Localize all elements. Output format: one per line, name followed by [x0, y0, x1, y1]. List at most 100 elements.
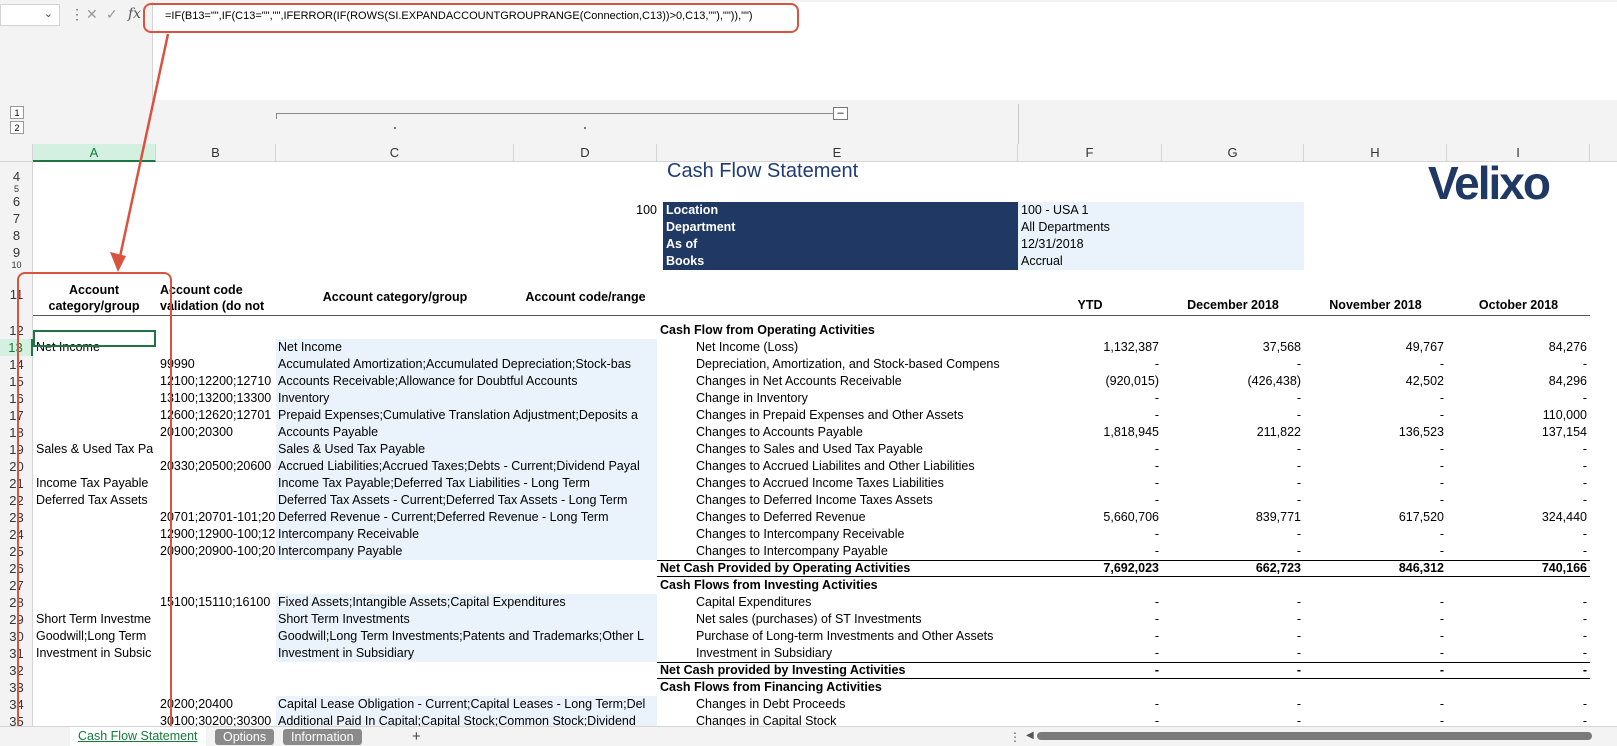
add-sheet-button[interactable]: +: [404, 727, 429, 746]
amount-cell[interactable]: -: [1162, 696, 1304, 713]
line-item-label[interactable]: Changes in Prepaid Expenses and Other As…: [657, 407, 1018, 424]
amount-cell[interactable]: -: [1018, 492, 1162, 509]
account-group-cell[interactable]: Deferred Revenue - Current;Deferred Reve…: [276, 509, 657, 526]
account-code-validation-cell[interactable]: [156, 611, 276, 628]
column-header-b[interactable]: B: [156, 144, 276, 162]
amount-cell[interactable]: -: [1447, 356, 1590, 373]
amount-cell[interactable]: 84,276: [1447, 339, 1590, 356]
amount-cell[interactable]: -: [1447, 696, 1590, 713]
account-group-cell[interactable]: Sales & Used Tax Payable: [276, 441, 657, 458]
header-october-2018[interactable]: October 2018: [1447, 298, 1590, 312]
amount-cell[interactable]: [1018, 679, 1162, 696]
line-item-label[interactable]: Investment in Subsidiary: [657, 645, 1018, 662]
amount-cell[interactable]: -: [1018, 594, 1162, 611]
column-header-g[interactable]: G: [1162, 144, 1304, 162]
param-value[interactable]: 100 - USA 1: [1018, 202, 1304, 219]
account-group-cell[interactable]: Accounts Receivable;Allowance for Doubtf…: [276, 373, 657, 390]
select-all-corner[interactable]: [0, 144, 33, 162]
line-item-label[interactable]: Purchase of Long-term Investments and Ot…: [657, 628, 1018, 645]
amount-cell[interactable]: -: [1162, 645, 1304, 662]
amount-cell[interactable]: 49,767: [1304, 339, 1447, 356]
amount-cell[interactable]: 846,312: [1304, 560, 1447, 577]
row-header[interactable]: 6: [0, 193, 33, 210]
amount-cell[interactable]: -: [1162, 390, 1304, 407]
account-code-validation-cell[interactable]: [156, 441, 276, 458]
account-group-cell[interactable]: Accrued Liabilities;Accrued Taxes;Debts …: [276, 458, 657, 475]
amount-cell[interactable]: [1162, 577, 1304, 594]
amount-cell[interactable]: -: [1304, 611, 1447, 628]
amount-cell[interactable]: -: [1304, 441, 1447, 458]
cancel-icon[interactable]: ✕: [86, 6, 98, 23]
amount-cell[interactable]: -: [1018, 645, 1162, 662]
line-item-label[interactable]: Changes to Accrued Liabilites and Other …: [657, 458, 1018, 475]
account-group-cell[interactable]: [276, 662, 657, 679]
line-item-label[interactable]: Cash Flows from Financing Activities: [657, 679, 1018, 696]
amount-cell[interactable]: [1447, 322, 1590, 339]
amount-cell[interactable]: -: [1162, 594, 1304, 611]
account-group-cell[interactable]: [276, 679, 657, 696]
amount-cell[interactable]: 110,000: [1447, 407, 1590, 424]
amount-cell[interactable]: -: [1304, 492, 1447, 509]
line-item-label[interactable]: Changes to Intercompany Payable: [657, 543, 1018, 560]
account-group-cell[interactable]: [276, 322, 657, 339]
amount-cell[interactable]: -: [1304, 407, 1447, 424]
collapse-group-button[interactable]: –: [833, 107, 848, 120]
account-group-cell[interactable]: [276, 560, 657, 577]
row-header[interactable]: 10: [0, 261, 33, 269]
amount-cell[interactable]: 211,822: [1162, 424, 1304, 441]
amount-cell[interactable]: -: [1304, 458, 1447, 475]
account-group-cell[interactable]: Deferred Tax Assets - Current;Deferred T…: [276, 492, 657, 509]
header-account-code-validation[interactable]: Account code validation (do not: [160, 282, 274, 316]
column-header-c[interactable]: C: [276, 144, 514, 162]
amount-cell[interactable]: [1447, 679, 1590, 696]
amount-cell[interactable]: -: [1447, 628, 1590, 645]
amount-cell[interactable]: -: [1447, 543, 1590, 560]
amount-cell[interactable]: -: [1304, 645, 1447, 662]
amount-cell[interactable]: -: [1447, 458, 1590, 475]
account-code-validation-cell[interactable]: [156, 662, 276, 679]
amount-cell[interactable]: 617,520: [1304, 509, 1447, 526]
line-item-label[interactable]: Changes to Sales and Used Tax Payable: [657, 441, 1018, 458]
amount-cell[interactable]: 839,771: [1162, 509, 1304, 526]
amount-cell[interactable]: (920,015): [1018, 373, 1162, 390]
line-item-label[interactable]: Change in Inventory: [657, 390, 1018, 407]
amount-cell[interactable]: -: [1162, 407, 1304, 424]
account-group-cell[interactable]: Accumulated Amortization;Accumulated Dep…: [276, 356, 657, 373]
account-group-cell[interactable]: Goodwill;Long Term Investments;Patents a…: [276, 628, 657, 645]
param-value[interactable]: 12/31/2018: [1018, 236, 1304, 253]
amount-cell[interactable]: -: [1018, 628, 1162, 645]
amount-cell[interactable]: 137,154: [1447, 424, 1590, 441]
line-item-label[interactable]: Cash Flows from Investing Activities: [657, 577, 1018, 594]
account-code-validation-cell[interactable]: [156, 679, 276, 696]
amount-cell[interactable]: [1304, 577, 1447, 594]
line-item-label[interactable]: Changes in Net Accounts Receivable: [657, 373, 1018, 390]
outline-level-2-button[interactable]: 2: [10, 121, 24, 134]
amount-cell[interactable]: -: [1018, 475, 1162, 492]
amount-cell[interactable]: -: [1304, 390, 1447, 407]
account-code-validation-cell[interactable]: 13100;13200;13300: [156, 390, 276, 407]
line-item-label[interactable]: Cash Flow from Operating Activities: [657, 322, 1018, 339]
line-item-label[interactable]: Net Cash Provided by Operating Activitie…: [657, 560, 1018, 577]
amount-cell[interactable]: (426,438): [1162, 373, 1304, 390]
account-group-cell[interactable]: Inventory: [276, 390, 657, 407]
amount-cell[interactable]: -: [1162, 356, 1304, 373]
account-code-validation-cell[interactable]: 12600;12620;12701: [156, 407, 276, 424]
location-code[interactable]: 100: [620, 202, 657, 219]
line-item-label[interactable]: Net Income (Loss): [657, 339, 1018, 356]
account-code-validation-cell[interactable]: [156, 492, 276, 509]
amount-cell[interactable]: [1162, 679, 1304, 696]
amount-cell[interactable]: -: [1304, 526, 1447, 543]
account-code-validation-cell[interactable]: [156, 339, 276, 356]
amount-cell[interactable]: -: [1162, 628, 1304, 645]
line-item-label[interactable]: Changes to Accrued Income Taxes Liabilit…: [657, 475, 1018, 492]
amount-cell[interactable]: -: [1304, 475, 1447, 492]
line-item-label[interactable]: Net sales (purchases) of ST Investments: [657, 611, 1018, 628]
amount-cell[interactable]: -: [1447, 526, 1590, 543]
name-box[interactable]: ⌄: [0, 4, 60, 26]
amount-cell[interactable]: 324,440: [1447, 509, 1590, 526]
account-group-cell[interactable]: Intercompany Receivable: [276, 526, 657, 543]
amount-cell[interactable]: -: [1162, 441, 1304, 458]
function-icon[interactable]: fx: [128, 6, 141, 22]
amount-cell[interactable]: [1304, 322, 1447, 339]
amount-cell[interactable]: -: [1018, 407, 1162, 424]
